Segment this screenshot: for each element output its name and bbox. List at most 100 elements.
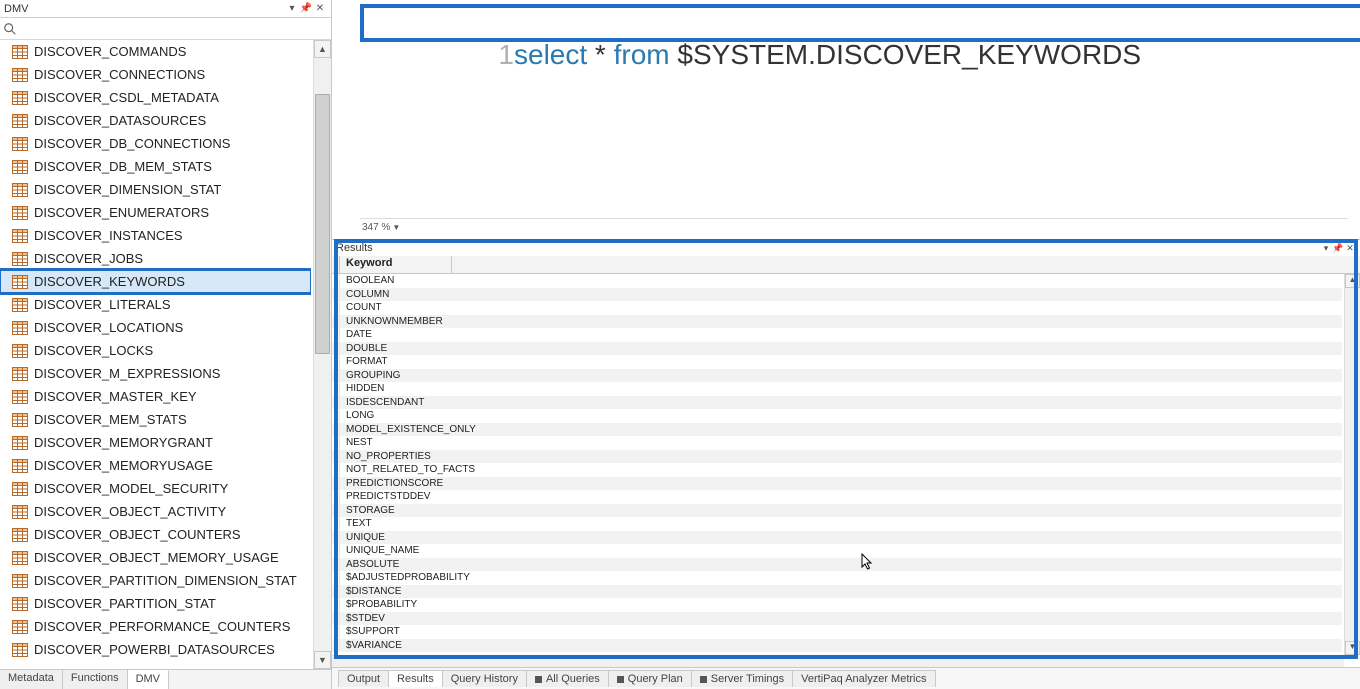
tree-item[interactable]: DISCOVER_CONNECTIONS <box>0 63 311 86</box>
pin-icon[interactable]: 📌 <box>1332 243 1344 254</box>
grid-body[interactable]: BOOLEANCOLUMNCOUNTUNKNOWNMEMBERDATEDOUBL… <box>332 274 1342 655</box>
tree-item-label: DISCOVER_OBJECT_COUNTERS <box>34 527 241 542</box>
tab-output[interactable]: Output <box>338 670 389 687</box>
dropdown-icon[interactable]: ▾ <box>1320 243 1332 254</box>
table-row[interactable]: TEXT <box>332 517 1342 531</box>
tree-item[interactable]: DISCOVER_CSDL_METADATA <box>0 86 311 109</box>
table-row[interactable]: BOOLEAN <box>332 274 1342 288</box>
scroll-up-icon[interactable]: ▲ <box>1345 274 1360 288</box>
table-row[interactable]: $STDEV <box>332 612 1342 626</box>
table-row[interactable]: MODEL_EXISTENCE_ONLY <box>332 423 1342 437</box>
tree-item[interactable]: DISCOVER_MEMORYGRANT <box>0 431 311 454</box>
table-row[interactable]: $SUPPORT <box>332 625 1342 639</box>
table-row[interactable]: NEST <box>332 436 1342 450</box>
tree-item[interactable]: DISCOVER_JOBS <box>0 247 311 270</box>
tree-item[interactable]: DISCOVER_LOCATIONS <box>0 316 311 339</box>
tree-item[interactable]: DISCOVER_M_EXPRESSIONS <box>0 362 311 385</box>
grid-hscroll[interactable] <box>332 655 1344 667</box>
table-row[interactable]: $VARIANCE <box>332 639 1342 653</box>
table-row[interactable]: DOUBLE <box>332 342 1342 356</box>
dropdown-icon[interactable]: ▾ <box>285 3 299 14</box>
zoom-dropdown-icon[interactable]: ▼ <box>392 223 400 232</box>
table-row[interactable]: NOT_RELATED_TO_FACTS <box>332 463 1342 477</box>
tree-item-label: DISCOVER_JOBS <box>34 251 143 266</box>
table-row[interactable]: ABSOLUTE <box>332 558 1342 572</box>
tree-item[interactable]: DISCOVER_DIMENSION_STAT <box>0 178 311 201</box>
tree-item[interactable]: DISCOVER_MEMORYUSAGE <box>0 454 311 477</box>
table-row[interactable]: STORAGE <box>332 504 1342 518</box>
zoom-level[interactable]: 347 % <box>362 222 390 233</box>
tree-item[interactable]: DISCOVER_POWERBI_DATASOURCES <box>0 638 311 661</box>
tree-item[interactable]: DISCOVER_OBJECT_COUNTERS <box>0 523 311 546</box>
grid-vscroll[interactable]: ▲ ▼ <box>1344 274 1360 655</box>
table-row[interactable]: NO_PROPERTIES <box>332 450 1342 464</box>
cell-keyword: UNIQUE <box>340 532 391 543</box>
tree-item[interactable]: DISCOVER_MEM_STATS <box>0 408 311 431</box>
tree-item[interactable]: DISCOVER_PARTITION_STAT <box>0 592 311 615</box>
table-row[interactable]: UNIQUE_NAME <box>332 544 1342 558</box>
table-icon <box>12 505 28 519</box>
pin-icon[interactable]: 📌 <box>299 3 313 14</box>
scroll-thumb[interactable] <box>315 94 330 354</box>
tab-dmv[interactable]: DMV <box>128 670 169 689</box>
tree-item[interactable]: DISCOVER_DATASOURCES <box>0 109 311 132</box>
table-row[interactable]: $PROBABILITY <box>332 598 1342 612</box>
tab-results[interactable]: Results <box>388 670 443 687</box>
tree-item[interactable]: DISCOVER_MODEL_SECURITY <box>0 477 311 500</box>
table-row[interactable]: UNKNOWNMEMBER <box>332 315 1342 329</box>
tab-query-plan[interactable]: Query Plan <box>608 670 692 687</box>
tree-item-label: DISCOVER_OBJECT_ACTIVITY <box>34 504 226 519</box>
table-row[interactable]: HIDDEN <box>332 382 1342 396</box>
table-row[interactable]: $ADJUSTEDPROBABILITY <box>332 571 1342 585</box>
column-keyword[interactable]: Keyword <box>340 256 452 273</box>
tab-server-timings[interactable]: Server Timings <box>691 670 793 687</box>
tree-item[interactable]: DISCOVER_INSTANCES <box>0 224 311 247</box>
scroll-down-icon[interactable]: ▼ <box>1345 641 1360 655</box>
tree-item[interactable]: DISCOVER_MASTER_KEY <box>0 385 311 408</box>
tree-item-label: DISCOVER_COMMANDS <box>34 44 186 59</box>
close-icon[interactable]: ✕ <box>1344 243 1356 254</box>
tab-metadata[interactable]: Metadata <box>0 670 63 689</box>
tab-query-history[interactable]: Query History <box>442 670 527 687</box>
tree-item-label: DISCOVER_KEYWORDS <box>34 274 185 289</box>
tree-item-label: DISCOVER_DATASOURCES <box>34 113 206 128</box>
tree-item[interactable]: DISCOVER_PARTITION_DIMENSION_STAT <box>0 569 311 592</box>
table-row[interactable]: GROUPING <box>332 369 1342 383</box>
editor-ruler: 347 % ▼ <box>360 218 1348 236</box>
close-icon[interactable]: ✕ <box>313 3 327 14</box>
table-row[interactable]: ISDESCENDANT <box>332 396 1342 410</box>
tree-item[interactable]: DISCOVER_LITERALS <box>0 293 311 316</box>
table-row[interactable]: DATE <box>332 328 1342 342</box>
tab-functions[interactable]: Functions <box>63 670 128 689</box>
tab-all-queries[interactable]: All Queries <box>526 670 609 687</box>
table-row[interactable]: PREDICTIONSCORE <box>332 477 1342 491</box>
editor-area[interactable]: 1select * from $SYSTEM.DISCOVER_KEYWORDS… <box>332 0 1360 239</box>
tree-item[interactable]: DISCOVER_DB_CONNECTIONS <box>0 132 311 155</box>
table-row[interactable]: FORMAT <box>332 355 1342 369</box>
dmv-tree[interactable]: DISCOVER_COMMANDSDISCOVER_CONNECTIONSDIS… <box>0 40 311 669</box>
scroll-down-icon[interactable]: ▼ <box>314 651 331 669</box>
tab-vertipaq-analyzer-metrics[interactable]: VertiPaq Analyzer Metrics <box>792 670 935 687</box>
tree-scrollbar[interactable]: ▲ ▼ <box>313 40 331 669</box>
table-icon <box>12 91 28 105</box>
table-icon <box>12 643 28 657</box>
table-row[interactable]: COLUMN <box>332 288 1342 302</box>
tree-item-label: DISCOVER_OBJECT_MEMORY_USAGE <box>34 550 279 565</box>
cell-keyword: PREDICTSTDDEV <box>340 491 436 502</box>
table-row[interactable]: PREDICTSTDDEV <box>332 490 1342 504</box>
tree-item[interactable]: DISCOVER_KEYWORDS <box>0 270 311 293</box>
tree-item[interactable]: DISCOVER_COMMANDS <box>0 40 311 63</box>
tree-item[interactable]: DISCOVER_LOCKS <box>0 339 311 362</box>
table-row[interactable]: COUNT <box>332 301 1342 315</box>
tree-item[interactable]: DISCOVER_ENUMERATORS <box>0 201 311 224</box>
table-row[interactable]: $DISTANCE <box>332 585 1342 599</box>
table-row[interactable]: LONG <box>332 409 1342 423</box>
tree-item[interactable]: DISCOVER_PERFORMANCE_COUNTERS <box>0 615 311 638</box>
search-input[interactable] <box>20 19 331 39</box>
table-row[interactable]: UNIQUE <box>332 531 1342 545</box>
scroll-up-icon[interactable]: ▲ <box>314 40 331 58</box>
tree-item[interactable]: DISCOVER_DB_MEM_STATS <box>0 155 311 178</box>
tree-item[interactable]: DISCOVER_OBJECT_ACTIVITY <box>0 500 311 523</box>
tree-item[interactable]: DISCOVER_OBJECT_MEMORY_USAGE <box>0 546 311 569</box>
table-icon <box>12 482 28 496</box>
